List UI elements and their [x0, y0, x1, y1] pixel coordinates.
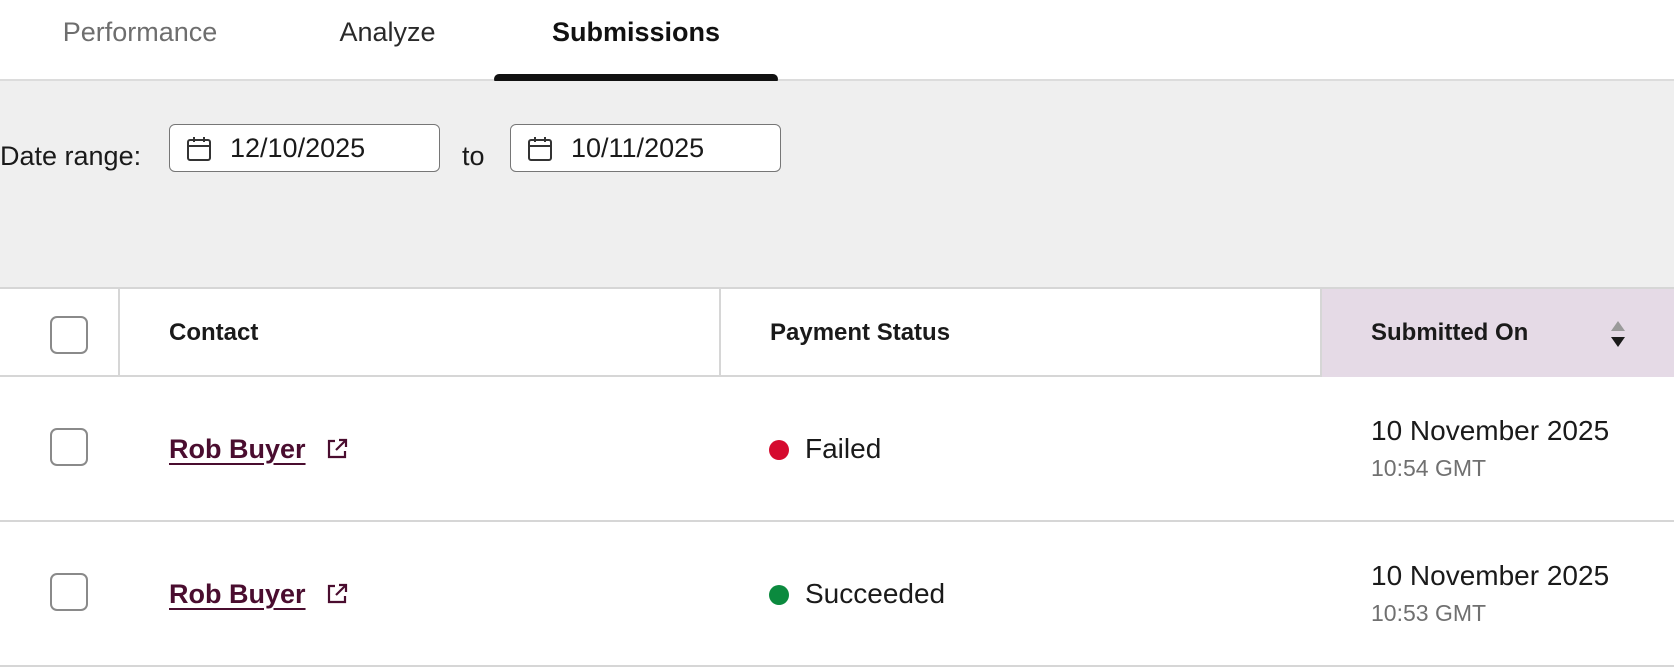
payment-status: Failed: [805, 433, 882, 464]
table-row: Rob Buyer Failed 10 November 2025 10:54 …: [0, 377, 1674, 522]
table-header: Contact Payment Status Submitted On: [0, 287, 1674, 377]
row-checkbox[interactable]: [50, 573, 88, 611]
status-dot-succeeded: [769, 585, 789, 605]
sort-icon[interactable]: [1610, 319, 1626, 349]
date-range-label: Date range:: [0, 141, 142, 171]
date-from-input[interactable]: 12/10/2025: [169, 124, 440, 172]
select-all-checkbox[interactable]: [50, 316, 88, 354]
date-filter-bar: Date range: 12/10/2025 to 10/11/2025: [0, 81, 1674, 287]
column-header-payment-status[interactable]: Payment Status: [721, 289, 1322, 377]
tab-bar: Performance Analyze Submissions: [0, 0, 1674, 84]
contact-link[interactable]: Rob Buyer: [169, 566, 306, 622]
date-range-separator: to: [462, 141, 485, 171]
tab-performance[interactable]: Performance: [40, 0, 240, 79]
date-from-value: 12/10/2025: [230, 133, 366, 163]
tab-analyze[interactable]: Analyze: [305, 0, 470, 79]
select-all-cell: [0, 289, 120, 377]
submitted-time: 10:54 GMT: [1371, 455, 1487, 481]
column-header-contact[interactable]: Contact: [120, 289, 721, 377]
status-dot-failed: [769, 440, 789, 460]
calendar-icon: [187, 137, 211, 161]
date-to-value: 10/11/2025: [571, 133, 705, 163]
external-link-icon[interactable]: [325, 582, 349, 606]
submitted-date: 10 November 2025: [1371, 560, 1610, 591]
payment-status: Succeeded: [805, 578, 946, 609]
column-header-submitted-on-label: Submitted On: [1371, 319, 1529, 346]
table-row: Rob Buyer Succeeded 10 November 2025 10:…: [0, 522, 1674, 667]
external-link-icon[interactable]: [325, 437, 349, 461]
tab-submissions[interactable]: Submissions: [494, 0, 778, 79]
submitted-date: 10 November 2025: [1371, 415, 1610, 446]
row-checkbox[interactable]: [50, 428, 88, 466]
column-header-submitted-on[interactable]: Submitted On: [1322, 289, 1674, 377]
submitted-time: 10:53 GMT: [1371, 600, 1487, 626]
date-to-input[interactable]: 10/11/2025: [510, 124, 781, 172]
calendar-icon: [528, 137, 552, 161]
contact-link[interactable]: Rob Buyer: [169, 421, 306, 477]
